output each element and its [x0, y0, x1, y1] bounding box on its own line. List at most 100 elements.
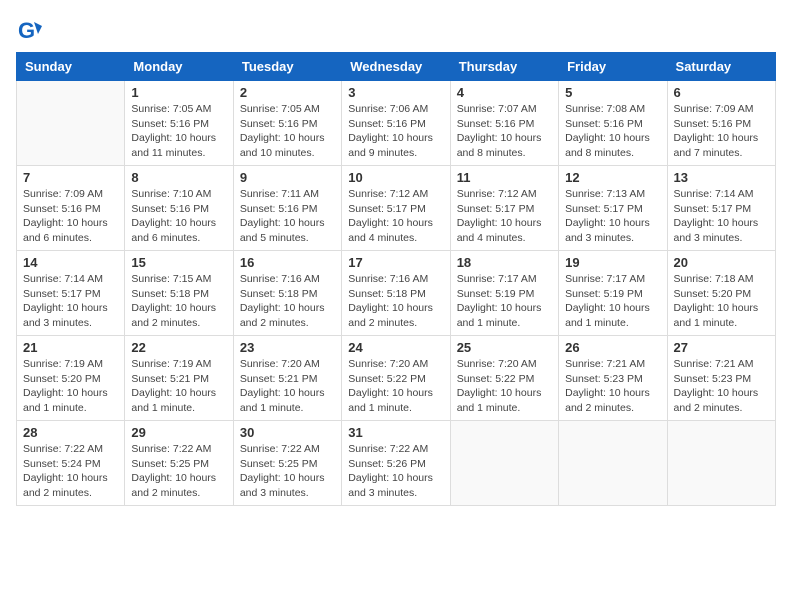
calendar-week-row: 14 Sunrise: 7:14 AMSunset: 5:17 PMDayligh… — [17, 251, 776, 336]
day-info: Sunrise: 7:14 AMSunset: 5:17 PMDaylight:… — [23, 272, 118, 331]
day-info: Sunrise: 7:12 AMSunset: 5:17 PMDaylight:… — [457, 187, 552, 246]
day-of-week-header: Saturday — [667, 53, 775, 81]
day-info: Sunrise: 7:22 AMSunset: 5:25 PMDaylight:… — [240, 442, 335, 501]
calendar-day-cell: 2Sunrise: 7:05 AMSunset: 5:16 PMDaylight… — [233, 81, 341, 166]
calendar-day-cell: 10 Sunrise: 7:12 AMSunset: 5:17 PMDayligh… — [342, 166, 450, 251]
day-number: 27 — [674, 340, 769, 355]
page-header: G — [16, 16, 776, 44]
calendar-day-cell: 25 Sunrise: 7:20 AMSunset: 5:22 PMDayligh… — [450, 336, 558, 421]
day-number: 22 — [131, 340, 226, 355]
day-number: 3 — [348, 85, 443, 100]
calendar-header-row: SundayMondayTuesdayWednesdayThursdayFrid… — [17, 53, 776, 81]
calendar-day-cell: 28Sunrise: 7:22 AMSunset: 5:24 PMDayligh… — [17, 421, 125, 506]
day-number: 21 — [23, 340, 118, 355]
day-info: Sunrise: 7:21 AMSunset: 5:23 PMDaylight:… — [565, 357, 660, 416]
day-number: 12 — [565, 170, 660, 185]
day-info: Sunrise: 7:17 AMSunset: 5:19 PMDaylight:… — [457, 272, 552, 331]
calendar-day-cell — [559, 421, 667, 506]
day-number: 9 — [240, 170, 335, 185]
calendar-day-cell: 18 Sunrise: 7:17 AMSunset: 5:19 PMDayligh… — [450, 251, 558, 336]
day-info: Sunrise: 7:14 AMSunset: 5:17 PMDaylight:… — [674, 187, 769, 246]
calendar-day-cell: 7 Sunrise: 7:09 AMSunset: 5:16 PMDaylight… — [17, 166, 125, 251]
day-of-week-header: Monday — [125, 53, 233, 81]
day-info: Sunrise: 7:12 AMSunset: 5:17 PMDaylight:… — [348, 187, 443, 246]
day-number: 10 — [348, 170, 443, 185]
calendar-day-cell: 17 Sunrise: 7:16 AMSunset: 5:18 PMDayligh… — [342, 251, 450, 336]
day-number: 16 — [240, 255, 335, 270]
calendar-day-cell: 22 Sunrise: 7:19 AMSunset: 5:21 PMDayligh… — [125, 336, 233, 421]
day-number: 17 — [348, 255, 443, 270]
calendar-day-cell: 12 Sunrise: 7:13 AMSunset: 5:17 PMDayligh… — [559, 166, 667, 251]
calendar-day-cell: 24 Sunrise: 7:20 AMSunset: 5:22 PMDayligh… — [342, 336, 450, 421]
calendar-day-cell: 20Sunrise: 7:18 AMSunset: 5:20 PMDayligh… — [667, 251, 775, 336]
calendar-day-cell — [667, 421, 775, 506]
calendar-week-row: 1 Sunrise: 7:05 AMSunset: 5:16 PMDaylight… — [17, 81, 776, 166]
day-number: 6 — [674, 85, 769, 100]
calendar-day-cell — [17, 81, 125, 166]
calendar-day-cell: 1 Sunrise: 7:05 AMSunset: 5:16 PMDaylight… — [125, 81, 233, 166]
day-number: 5 — [565, 85, 660, 100]
calendar-day-cell: 9 Sunrise: 7:11 AMSunset: 5:16 PMDaylight… — [233, 166, 341, 251]
calendar-week-row: 21 Sunrise: 7:19 AMSunset: 5:20 PMDayligh… — [17, 336, 776, 421]
day-number: 4 — [457, 85, 552, 100]
calendar-day-cell: 19 Sunrise: 7:17 AMSunset: 5:19 PMDayligh… — [559, 251, 667, 336]
calendar-day-cell: 23 Sunrise: 7:20 AMSunset: 5:21 PMDayligh… — [233, 336, 341, 421]
calendar-day-cell: 21 Sunrise: 7:19 AMSunset: 5:20 PMDayligh… — [17, 336, 125, 421]
svg-text:G: G — [18, 18, 35, 43]
day-info: Sunrise: 7:06 AMSunset: 5:16 PMDaylight:… — [348, 102, 443, 161]
day-info: Sunrise: 7:19 AMSunset: 5:21 PMDaylight:… — [131, 357, 226, 416]
day-of-week-header: Friday — [559, 53, 667, 81]
calendar-day-cell: 31Sunrise: 7:22 AMSunset: 5:26 PMDayligh… — [342, 421, 450, 506]
day-info: Sunrise: 7:20 AMSunset: 5:22 PMDaylight:… — [348, 357, 443, 416]
day-number: 29 — [131, 425, 226, 440]
day-info: Sunrise: 7:16 AMSunset: 5:18 PMDaylight:… — [348, 272, 443, 331]
calendar-day-cell: 30 Sunrise: 7:22 AMSunset: 5:25 PMDayligh… — [233, 421, 341, 506]
day-number: 28 — [23, 425, 118, 440]
calendar-day-cell: 14 Sunrise: 7:14 AMSunset: 5:17 PMDayligh… — [17, 251, 125, 336]
day-number: 24 — [348, 340, 443, 355]
day-number: 11 — [457, 170, 552, 185]
day-of-week-header: Tuesday — [233, 53, 341, 81]
day-number: 23 — [240, 340, 335, 355]
day-number: 25 — [457, 340, 552, 355]
logo-icon: G — [16, 16, 44, 44]
day-number: 14 — [23, 255, 118, 270]
day-info: Sunrise: 7:21 AMSunset: 5:23 PMDaylight:… — [674, 357, 769, 416]
calendar-day-cell: 4 Sunrise: 7:07 AMSunset: 5:16 PMDaylight… — [450, 81, 558, 166]
day-info: Sunrise: 7:15 AMSunset: 5:18 PMDaylight:… — [131, 272, 226, 331]
calendar-day-cell: 3 Sunrise: 7:06 AMSunset: 5:16 PMDaylight… — [342, 81, 450, 166]
calendar-day-cell: 29 Sunrise: 7:22 AMSunset: 5:25 PMDayligh… — [125, 421, 233, 506]
day-number: 2 — [240, 85, 335, 100]
day-number: 30 — [240, 425, 335, 440]
day-number: 8 — [131, 170, 226, 185]
day-of-week-header: Wednesday — [342, 53, 450, 81]
day-info: Sunrise: 7:22 AMSunset: 5:25 PMDaylight:… — [131, 442, 226, 501]
logo: G — [16, 16, 46, 44]
day-info: Sunrise: 7:07 AMSunset: 5:16 PMDaylight:… — [457, 102, 552, 161]
day-number: 13 — [674, 170, 769, 185]
day-info: Sunrise: 7:10 AMSunset: 5:16 PMDaylight:… — [131, 187, 226, 246]
day-number: 1 — [131, 85, 226, 100]
day-info: Sunrise: 7:19 AMSunset: 5:20 PMDaylight:… — [23, 357, 118, 416]
day-info: Sunrise: 7:20 AMSunset: 5:22 PMDaylight:… — [457, 357, 552, 416]
day-info: Sunrise: 7:18 AMSunset: 5:20 PMDaylight:… — [674, 272, 769, 331]
calendar-table: SundayMondayTuesdayWednesdayThursdayFrid… — [16, 52, 776, 506]
day-info: Sunrise: 7:09 AMSunset: 5:16 PMDaylight:… — [674, 102, 769, 161]
day-number: 18 — [457, 255, 552, 270]
day-number: 19 — [565, 255, 660, 270]
calendar-day-cell: 13 Sunrise: 7:14 AMSunset: 5:17 PMDayligh… — [667, 166, 775, 251]
day-info: Sunrise: 7:09 AMSunset: 5:16 PMDaylight:… — [23, 187, 118, 246]
day-info: Sunrise: 7:08 AMSunset: 5:16 PMDaylight:… — [565, 102, 660, 161]
calendar-week-row: 7 Sunrise: 7:09 AMSunset: 5:16 PMDaylight… — [17, 166, 776, 251]
day-number: 7 — [23, 170, 118, 185]
day-info: Sunrise: 7:17 AMSunset: 5:19 PMDaylight:… — [565, 272, 660, 331]
calendar-day-cell: 16Sunrise: 7:16 AMSunset: 5:18 PMDayligh… — [233, 251, 341, 336]
calendar-week-row: 28Sunrise: 7:22 AMSunset: 5:24 PMDayligh… — [17, 421, 776, 506]
day-of-week-header: Thursday — [450, 53, 558, 81]
day-info: Sunrise: 7:05 AMSunset: 5:16 PMDaylight:… — [131, 102, 226, 161]
day-of-week-header: Sunday — [17, 53, 125, 81]
calendar-day-cell: 5 Sunrise: 7:08 AMSunset: 5:16 PMDaylight… — [559, 81, 667, 166]
day-info: Sunrise: 7:13 AMSunset: 5:17 PMDaylight:… — [565, 187, 660, 246]
day-info: Sunrise: 7:20 AMSunset: 5:21 PMDaylight:… — [240, 357, 335, 416]
day-info: Sunrise: 7:11 AMSunset: 5:16 PMDaylight:… — [240, 187, 335, 246]
